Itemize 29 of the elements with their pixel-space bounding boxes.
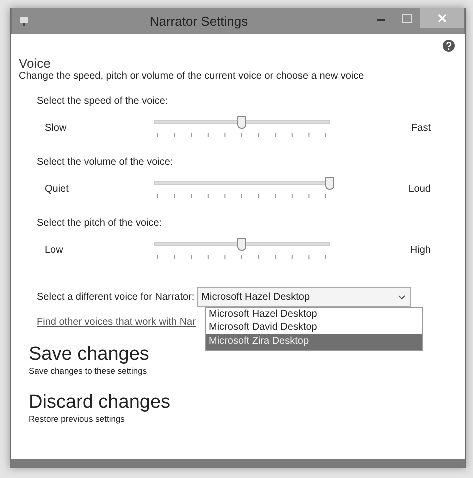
action-description: Save changes to these settings xyxy=(29,366,148,376)
section-heading: Voice xyxy=(19,56,52,71)
slider-label: Select the speed of the voice: xyxy=(37,96,170,107)
window-title: Narrator Settings xyxy=(148,14,250,28)
slider-label: Select the volume of the voice: xyxy=(37,157,174,168)
action-description: Restore previous settings xyxy=(29,414,126,424)
section-description: Change the speed, pitch or volume of the current voice or choose a new voice xyxy=(19,71,366,82)
slider-label: Select the pitch of the voice: xyxy=(37,218,164,229)
chevron-icon xyxy=(398,294,406,300)
slider-min-label: Quiet xyxy=(45,184,70,194)
dropdown-option[interactable]: Microsoft Zira Desktop xyxy=(206,334,422,350)
app-icon xyxy=(18,15,30,27)
action-link[interactable]: Save changes xyxy=(29,344,150,366)
slider-max-label: High xyxy=(409,244,431,256)
maximize-icon xyxy=(402,14,412,22)
close-button[interactable] xyxy=(420,8,464,28)
slider-min-label: Slow xyxy=(45,122,68,134)
voice-dropdown[interactable]: Microsoft Hazel Desktop xyxy=(196,287,411,307)
slider-thumb[interactable] xyxy=(238,238,246,251)
slider-min-label: Low xyxy=(45,244,64,256)
slider-max-label: Fast xyxy=(410,122,431,134)
help-icon[interactable] xyxy=(443,40,455,52)
slider-max-label: Loud xyxy=(408,184,431,194)
action-link[interactable]: Discard changes xyxy=(29,392,171,414)
slider-thumb[interactable] xyxy=(326,177,334,190)
find-voices-link[interactable]: Find other voices that work with Nar xyxy=(37,317,196,328)
dropdown-label: Select a different voice for Narrator: xyxy=(37,292,195,302)
close-icon xyxy=(438,14,446,22)
slider-thumb[interactable] xyxy=(238,116,246,129)
